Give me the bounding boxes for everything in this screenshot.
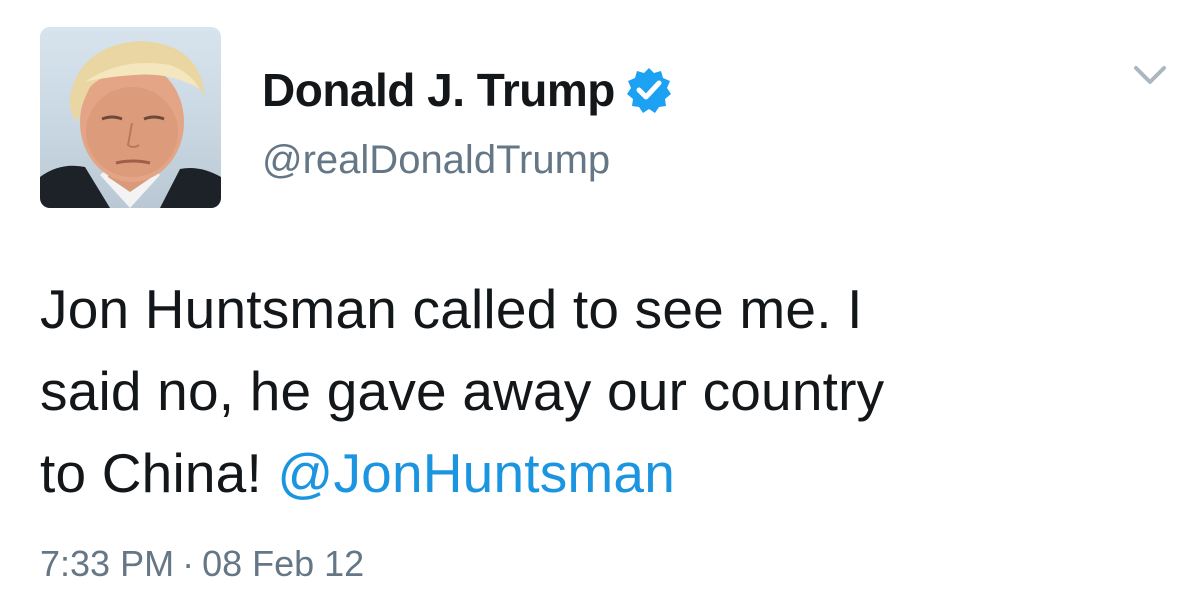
author-handle[interactable]: @realDonaldTrump: [262, 138, 610, 183]
avatar[interactable]: [40, 27, 221, 208]
author-display-name[interactable]: Donald J. Trump: [262, 63, 615, 117]
mention-link[interactable]: @JonHuntsman: [277, 442, 675, 504]
verified-badge-icon: [625, 66, 673, 114]
tweet-timestamp[interactable]: 7:33 PM · 08 Feb 12: [40, 543, 364, 585]
tweet-text: Jon Huntsman called to see me. I said no…: [40, 268, 1170, 514]
avatar-portrait-icon: [40, 41, 221, 208]
author-name-row: Donald J. Trump: [262, 60, 673, 120]
tweet-text-line: said no, he gave away our country: [40, 360, 885, 422]
tweet-date: 08 Feb 12: [202, 543, 365, 584]
tweet-time: 7:33 PM: [40, 543, 175, 584]
meta-separator: ·: [182, 543, 195, 584]
tweet-text-line: Jon Huntsman called to see me. I: [40, 278, 863, 340]
chevron-down-icon[interactable]: [1130, 62, 1170, 90]
tweet-card: Donald J. Trump @realDonaldTrump Jon Hun…: [0, 0, 1200, 610]
tweet-text-segment: to China!: [40, 442, 278, 504]
tweet-text-line: to China! @JonHuntsman: [40, 432, 1170, 514]
